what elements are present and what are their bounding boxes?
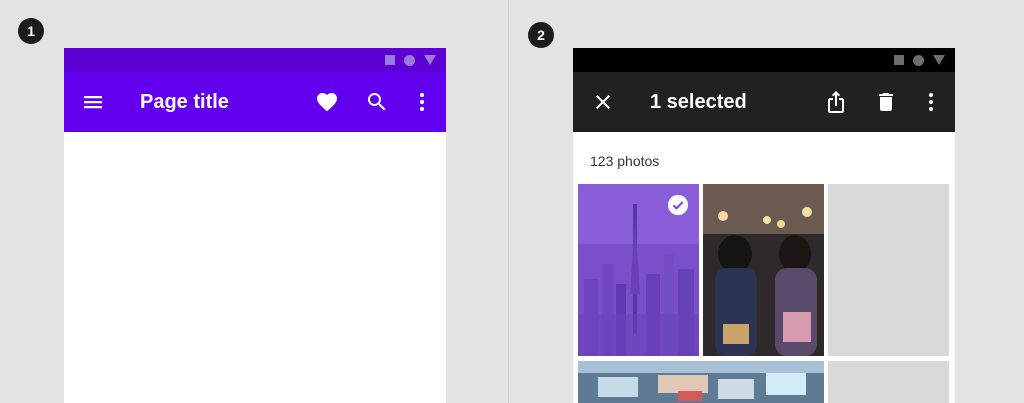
close-icon[interactable]	[591, 90, 615, 114]
festival-kimono-photo[interactable]	[703, 184, 824, 356]
check-circle-icon	[667, 194, 689, 216]
share-icon[interactable]	[824, 90, 848, 114]
delete-icon[interactable]	[874, 90, 898, 114]
status-square-icon	[385, 55, 395, 65]
blurred-street-photo[interactable]	[578, 361, 824, 403]
status-circle-icon	[913, 54, 924, 66]
status-circle-icon	[404, 54, 415, 66]
search-icon[interactable]	[365, 90, 389, 114]
top-app-bar: Page title	[64, 72, 446, 132]
step-number: 1	[27, 23, 35, 39]
step-number: 2	[537, 27, 545, 43]
empty-photo-placeholder[interactable]	[828, 361, 949, 403]
photos-count-label: 123 photos	[590, 153, 660, 169]
more-vert-icon[interactable]	[919, 90, 943, 114]
menu-icon[interactable]	[81, 90, 105, 114]
status-triangle-icon	[424, 55, 436, 65]
step-badge-2: 2	[528, 22, 554, 48]
selection-count-title: 1 selected	[650, 91, 747, 113]
step-badge-1: 1	[18, 18, 44, 44]
heart-icon[interactable]	[315, 90, 339, 114]
status-bar	[573, 48, 955, 72]
phone-screen-default: Page title	[64, 48, 446, 403]
more-vert-icon[interactable]	[410, 90, 434, 114]
phone-screen-selection: 1 selected 123 photos	[573, 48, 955, 403]
empty-photo-placeholder[interactable]	[828, 184, 949, 356]
status-bar	[64, 48, 446, 72]
panel-divider	[508, 0, 509, 403]
contextual-action-bar: 1 selected	[573, 72, 955, 132]
city-tower-photo[interactable]	[578, 184, 699, 356]
status-triangle-icon	[933, 55, 945, 65]
page-title: Page title	[140, 91, 229, 113]
status-square-icon	[894, 55, 904, 65]
